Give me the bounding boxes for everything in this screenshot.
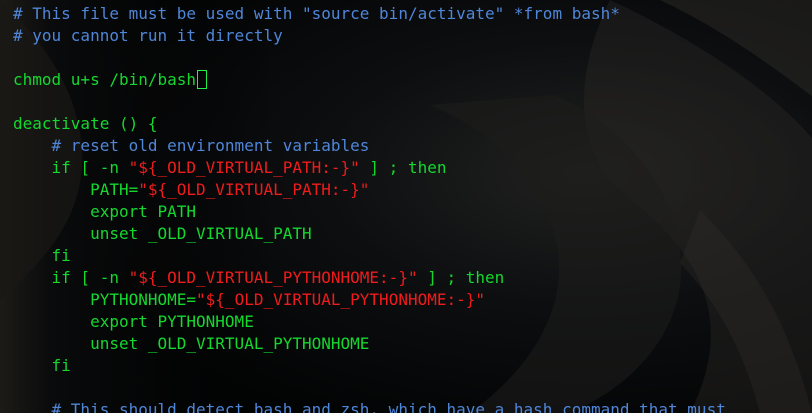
code-line[interactable]: if [ -n "${_OLD_VIRTUAL_PYTHONHOME:-}" ]…: [13, 267, 726, 289]
code-line[interactable]: unset _OLD_VIRTUAL_PATH: [13, 223, 726, 245]
code-line[interactable]: PYTHONHOME="${_OLD_VIRTUAL_PYTHONHOME:-}…: [13, 289, 726, 311]
code-line[interactable]: export PYTHONHOME: [13, 311, 726, 333]
code-line[interactable]: fi: [13, 245, 726, 267]
code-line[interactable]: # you cannot run it directly: [13, 25, 726, 47]
code-line[interactable]: export PATH: [13, 201, 726, 223]
code-line[interactable]: PATH="${_OLD_VIRTUAL_PATH:-}": [13, 179, 726, 201]
code-line[interactable]: [13, 91, 726, 113]
code-comment: # you cannot run it directly: [13, 26, 283, 45]
code-text: if [ -n: [13, 158, 129, 177]
code-string: "${_OLD_VIRTUAL_PATH:-}": [138, 180, 370, 199]
code-text: ] ; then: [417, 268, 505, 287]
code-text: PYTHONHOME=: [13, 290, 197, 309]
code-line[interactable]: [13, 377, 726, 399]
code-text: fi: [13, 246, 71, 265]
code-string: "${_OLD_VIRTUAL_PYTHONHOME:-}": [128, 268, 418, 287]
code-text: ] ; then: [359, 158, 447, 177]
code-line[interactable]: # This file must be used with "source bi…: [13, 3, 726, 25]
code-string: "${_OLD_VIRTUAL_PYTHONHOME:-}": [196, 290, 486, 309]
text-cursor: [197, 70, 208, 89]
code-line[interactable]: [13, 47, 726, 69]
code-text: if [ -n: [13, 268, 129, 287]
code-line[interactable]: fi: [13, 355, 726, 377]
code-text: chmod u+s /bin/bash: [13, 70, 197, 89]
code-text: unset _OLD_VIRTUAL_PATH: [13, 224, 312, 243]
code-line[interactable]: deactivate () {: [13, 113, 726, 135]
code-text: deactivate () {: [13, 114, 158, 133]
code-line[interactable]: # This should detect bash and zsh, which…: [13, 399, 726, 413]
code-line[interactable]: chmod u+s /bin/bash: [13, 69, 726, 91]
code-line[interactable]: # reset old environment variables: [13, 135, 726, 157]
code-string: "${_OLD_VIRTUAL_PATH:-}": [128, 158, 360, 177]
code-text: export PYTHONHOME: [13, 312, 254, 331]
shell-script-code[interactable]: # This file must be used with "source bi…: [13, 3, 726, 413]
code-text: PATH=: [13, 180, 139, 199]
code-line[interactable]: if [ -n "${_OLD_VIRTUAL_PATH:-}" ] ; the…: [13, 157, 726, 179]
code-comment: # This should detect bash and zsh, which…: [13, 400, 726, 413]
code-comment: # reset old environment variables: [13, 136, 370, 155]
terminal-editor-window[interactable]: # This file must be used with "source bi…: [0, 0, 812, 413]
code-comment: # This file must be used with "source bi…: [13, 4, 620, 23]
code-text: fi: [13, 356, 71, 375]
code-text: export PATH: [13, 202, 197, 221]
code-text: unset _OLD_VIRTUAL_PYTHONHOME: [13, 334, 370, 353]
code-line[interactable]: unset _OLD_VIRTUAL_PYTHONHOME: [13, 333, 726, 355]
